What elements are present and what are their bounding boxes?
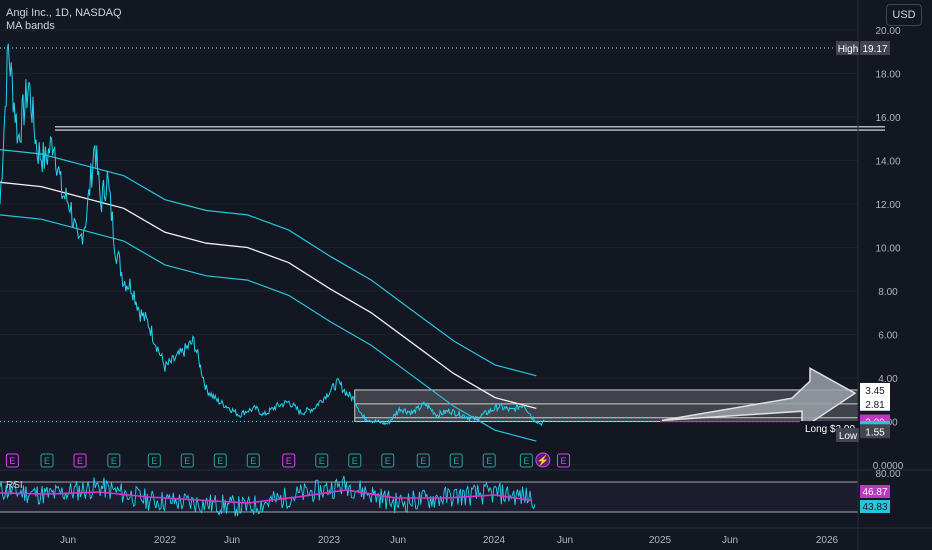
earnings-marker: E (416, 453, 430, 468)
x-tick-label: Jun (224, 535, 240, 546)
y-tick-label: 16.00 (875, 113, 900, 124)
price-axis: 20.0018.0016.0014.0012.0010.008.006.004.… (800, 0, 904, 550)
symbol-title[interactable]: Angi Inc., 1D, NASDAQ (6, 7, 122, 20)
earnings-label: E (217, 456, 223, 466)
earnings-label: E (486, 456, 492, 466)
earnings-label: E (352, 456, 358, 466)
earnings-label: E (286, 456, 292, 466)
x-tick-label: 2022 (154, 535, 177, 546)
x-tick-label: Jun (722, 535, 738, 546)
zone-upper-price-value: 2.81 (865, 400, 885, 411)
earnings-marker: E (246, 453, 260, 468)
earnings-marker: E (107, 453, 121, 468)
y-tick-label: 14.00 (875, 157, 900, 168)
price-line (0, 43, 545, 427)
chart-legend: Angi Inc., 1D, NASDAQ MA bands (6, 7, 122, 33)
x-tick-label: Jun (390, 535, 406, 546)
x-tick-label: Jun (557, 535, 573, 546)
earnings-marker: E (315, 453, 329, 468)
earnings-marker: E (73, 453, 87, 468)
earnings-label: E (151, 456, 157, 466)
earnings-marker: E (282, 453, 296, 468)
earnings-marker: E (482, 453, 496, 468)
x-tick-label: Jun (60, 535, 76, 546)
earnings-label: E (385, 456, 391, 466)
rsi-value: 46.87 (862, 487, 887, 498)
low-tag-text: Low (839, 431, 858, 442)
earnings-label: E (420, 456, 426, 466)
ma-upper-band (0, 149, 537, 377)
ma-lower-band (0, 214, 537, 442)
earnings-label: E (523, 456, 529, 466)
earnings-label: E (453, 456, 459, 466)
earnings-label: E (560, 456, 566, 466)
chart-canvas[interactable]: E E E E E E E E E E E E E E E E E⚡ 80.0046.8743.83 20.00… (0, 0, 932, 550)
low-price-value: 1.55 (865, 427, 885, 438)
earnings-marker: E (147, 453, 161, 468)
time-axis: Jun 2022 Jun 2023 Jun 2024 Jun 2025 Jun 2026 (0, 527, 932, 546)
earnings-marker: E (40, 453, 54, 468)
y-tick-label: 8.00 (878, 287, 898, 298)
earnings-marker: E (348, 453, 362, 468)
y-tick-label: 18.00 (875, 70, 900, 81)
earnings-label: E (184, 456, 190, 466)
indicator-label[interactable]: MA bands (6, 20, 122, 33)
earnings-label: E (250, 456, 256, 466)
x-tick-label: 2023 (318, 535, 341, 546)
earnings-marker: E (556, 453, 570, 468)
y-tick-label: 12.00 (875, 200, 900, 211)
high-tag-text: High (838, 44, 859, 55)
price-series (0, 43, 545, 427)
earnings-label: E (9, 456, 15, 466)
x-tick-label: 2025 (649, 535, 672, 546)
earnings-label: E (111, 456, 117, 466)
y-tick-label: 20.00 (875, 26, 900, 37)
rsi-ma-value: 43.83 (862, 502, 887, 513)
high-price-value: 19.17 (862, 44, 887, 55)
earnings-label: E (319, 456, 325, 466)
rsi-title: RSI (6, 480, 23, 491)
y-tick-label: 6.00 (878, 331, 898, 342)
earnings-marker: E (213, 453, 227, 468)
earnings-marker: E (449, 453, 463, 468)
currency-button[interactable]: USD (886, 4, 922, 26)
earnings-marker: E (519, 453, 533, 468)
ma-center-line (0, 181, 537, 410)
earnings-marker: E (180, 453, 194, 468)
y-tick-label: 10.00 (875, 244, 900, 255)
target-price-value: 3.45 (865, 386, 885, 397)
earnings-label: E (44, 456, 50, 466)
y-tick-label: 0.0000 (873, 461, 904, 472)
event-bolt-glyph: ⚡ (537, 454, 549, 467)
horizontal-levels (55, 126, 885, 131)
earnings-marker: E (5, 453, 19, 468)
x-tick-label: 2026 (816, 535, 839, 546)
earnings-label: E (77, 456, 83, 466)
earnings-marker: E (381, 453, 395, 468)
rsi-panel: 80.0046.8743.83 (0, 469, 932, 517)
x-tick-label: 2024 (483, 535, 506, 546)
